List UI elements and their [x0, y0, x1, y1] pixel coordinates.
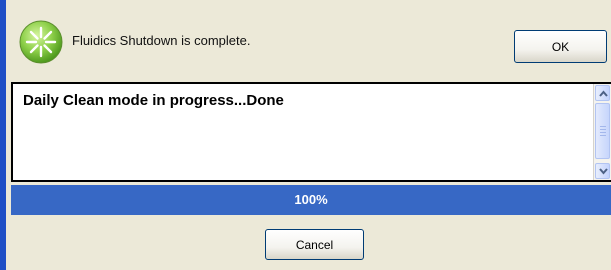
grip-line	[600, 126, 606, 127]
progress-label: 100%	[294, 192, 328, 207]
chevron-down-icon	[599, 168, 608, 175]
scroll-down-button[interactable]	[595, 163, 610, 179]
scroll-thumb[interactable]	[595, 103, 610, 159]
status-message: Fluidics Shutdown is complete.	[72, 33, 251, 48]
window-frame-inner	[6, 0, 10, 270]
grip-line	[600, 129, 606, 130]
scroll-up-button[interactable]	[595, 85, 610, 101]
ok-button[interactable]: OK	[514, 30, 607, 63]
log-text: Daily Clean mode in progress...Done	[23, 92, 284, 109]
progress-bar: 100%	[11, 185, 611, 215]
green-starburst-icon	[19, 20, 63, 64]
grip-line	[600, 132, 606, 133]
vertical-scrollbar[interactable]	[593, 84, 611, 180]
log-text-area[interactable]: Daily Clean mode in progress...Done	[11, 82, 611, 182]
cancel-button[interactable]: Cancel	[265, 229, 364, 260]
grip-line	[600, 135, 606, 136]
dialog-window: Fluidics Shutdown is complete. OK Daily …	[0, 0, 611, 270]
chevron-up-icon	[599, 90, 608, 97]
